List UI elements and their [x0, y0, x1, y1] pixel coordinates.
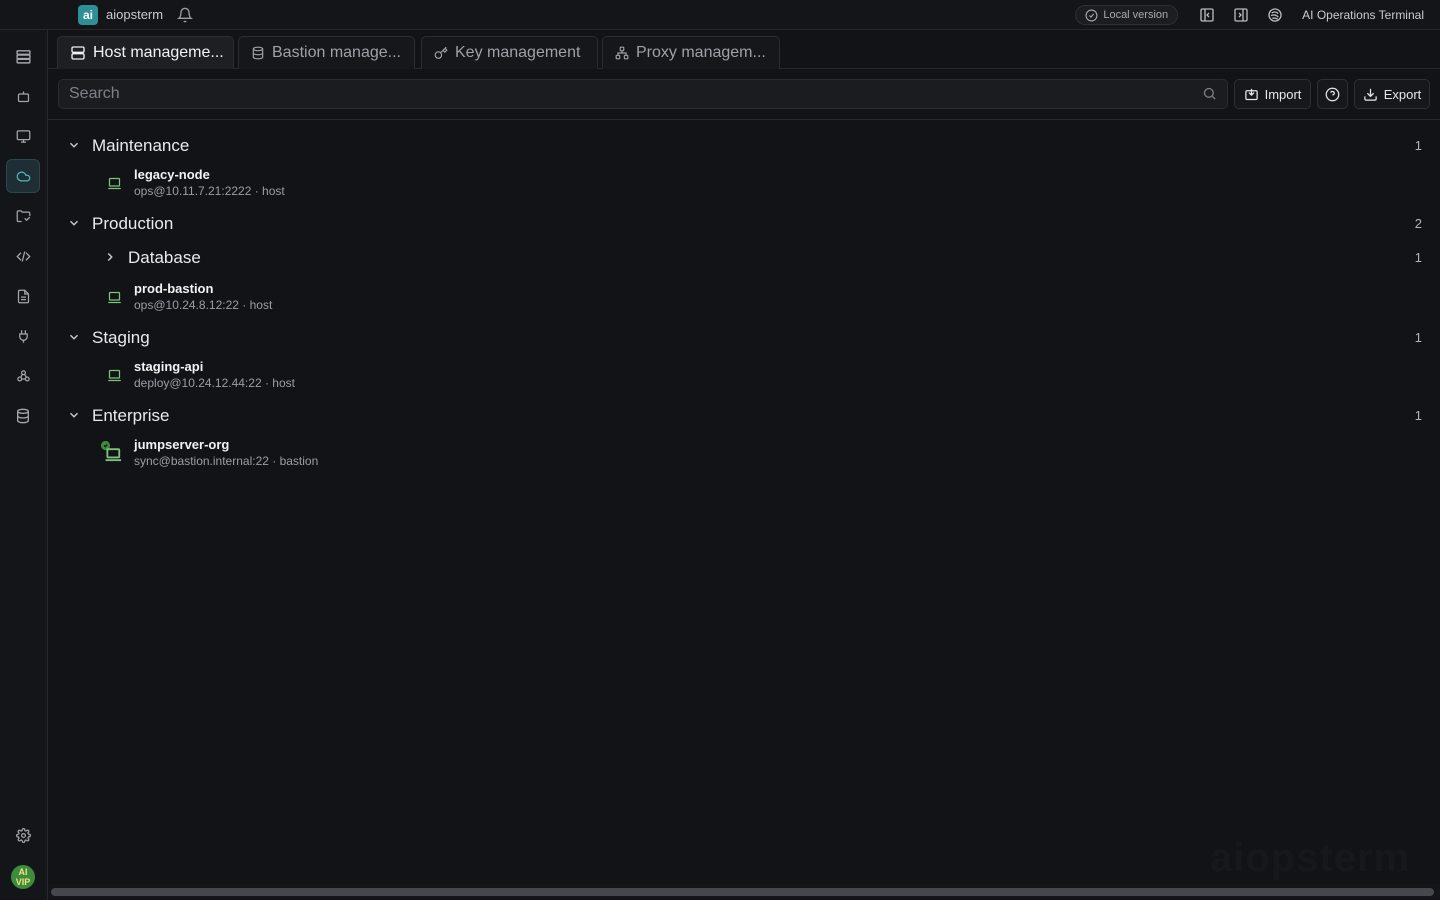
tab-key-management[interactable]: Key management — [421, 36, 598, 69]
laptop-icon — [107, 368, 122, 383]
code-icon[interactable] — [6, 239, 40, 273]
server-icon — [70, 45, 86, 61]
export-button[interactable]: Export — [1354, 79, 1430, 109]
bastion-laptop-icon — [100, 440, 122, 462]
host-legacy-node[interactable]: legacy-node ops@10.11.7.21:2222 · host — [48, 167, 1440, 203]
local-version-badge[interactable]: Local version — [1075, 5, 1179, 25]
host-name: staging-api — [134, 359, 204, 374]
chevron-down-icon[interactable] — [67, 330, 81, 344]
host-detail: sync@bastion.internal:22 · bastion — [134, 454, 319, 468]
chevron-down-icon[interactable] — [67, 408, 81, 422]
left-rail: AI VIP — [0, 30, 48, 900]
file-text-icon[interactable] — [6, 279, 40, 313]
tab-label: Host manageme... — [93, 44, 224, 61]
title-bar: ai aiopsterm Local version AI Operations… — [0, 0, 1440, 30]
app-logo: ai — [78, 5, 98, 25]
tab-label: Proxy managem... — [636, 44, 766, 61]
host-name: prod-bastion — [134, 281, 214, 296]
ai-logo-icon[interactable] — [1258, 0, 1292, 30]
host-staging-api[interactable]: staging-api deploy@10.24.12.44:22 · host — [48, 359, 1440, 395]
laptop-icon — [107, 176, 122, 191]
monitor-icon[interactable] — [6, 119, 40, 153]
group-staging[interactable]: Staging 1 — [48, 321, 1440, 353]
title-bar-actions: Local version AI Operations Terminal — [1075, 0, 1424, 30]
tab-label: Bastion manage... — [272, 44, 401, 61]
export-label: Export — [1383, 86, 1422, 102]
chevron-down-icon[interactable] — [67, 216, 81, 230]
group-count: 1 — [1414, 408, 1422, 423]
tab-bastion-management[interactable]: Bastion manage... — [238, 36, 415, 69]
host-detail: deploy@10.24.12.44:22 · host — [134, 376, 295, 390]
group-label: Database — [128, 248, 201, 267]
toggle-left-panel-icon[interactable] — [1190, 0, 1224, 30]
group-maintenance[interactable]: Maintenance 1 — [48, 129, 1440, 161]
vip-avatar[interactable]: AI VIP — [11, 865, 35, 889]
toggle-right-panel-icon[interactable] — [1224, 0, 1258, 30]
import-button[interactable]: Import — [1234, 79, 1311, 109]
group-count: 1 — [1414, 138, 1422, 153]
bell-icon[interactable] — [177, 7, 193, 23]
plug-icon[interactable] — [6, 319, 40, 353]
tab-label: Key management — [455, 44, 581, 61]
database-icon[interactable] — [6, 399, 40, 433]
import-label: Import — [1264, 86, 1302, 102]
download-icon — [1363, 87, 1378, 102]
hosts-icon[interactable] — [6, 39, 40, 73]
bot-icon[interactable] — [6, 79, 40, 113]
search-icon[interactable] — [1202, 86, 1217, 101]
group-enterprise[interactable]: Enterprise 1 — [48, 399, 1440, 431]
horizontal-scrollbar[interactable] — [48, 884, 1440, 900]
database-icon — [251, 46, 265, 60]
tab-proxy-management[interactable]: Proxy managem... — [602, 36, 780, 69]
gear-icon[interactable] — [6, 818, 40, 852]
watermark: aiopsterm — [1210, 836, 1411, 880]
group-database[interactable]: Database 1 — [48, 241, 1440, 273]
window-title: AI Operations Terminal — [1302, 8, 1424, 22]
search-input[interactable] — [58, 79, 1228, 109]
group-label: Enterprise — [92, 406, 170, 425]
network-icon — [615, 46, 629, 60]
group-label: Staging — [92, 328, 150, 347]
help-button[interactable] — [1317, 79, 1348, 109]
cluster-icon[interactable] — [6, 359, 40, 393]
tab-bar: Host manageme... Bastion manage... Key m… — [48, 30, 1440, 69]
folder-sync-icon[interactable] — [6, 199, 40, 233]
group-label: Production — [92, 214, 174, 233]
key-icon — [434, 46, 448, 60]
host-detail: ops@10.11.7.21:2222 · host — [134, 184, 285, 198]
group-count: 1 — [1414, 250, 1422, 265]
help-circle-icon — [1325, 87, 1340, 102]
host-name: jumpserver-org — [134, 437, 230, 452]
group-count: 1 — [1414, 330, 1422, 345]
check-circle-icon — [1085, 9, 1098, 22]
tab-host-management[interactable]: Host manageme... — [57, 36, 234, 69]
laptop-icon — [107, 290, 122, 305]
group-label: Maintenance — [92, 136, 190, 155]
chevron-down-icon[interactable] — [67, 138, 81, 152]
scrollbar-thumb[interactable] — [51, 888, 1434, 896]
chevron-right-icon[interactable] — [103, 250, 117, 264]
host-prod-bastion[interactable]: prod-bastion ops@10.24.8.12:22 · host — [48, 281, 1440, 317]
cloud-icon[interactable] — [6, 159, 40, 193]
group-production[interactable]: Production 2 — [48, 207, 1440, 239]
host-name: legacy-node — [134, 167, 210, 182]
import-icon — [1244, 87, 1259, 102]
host-detail: ops@10.24.8.12:22 · host — [134, 298, 273, 312]
local-version-label: Local version — [1103, 9, 1169, 21]
group-count: 2 — [1414, 216, 1422, 231]
host-jumpserver-org[interactable]: jumpserver-org sync@bastion.internal:22 … — [48, 437, 1440, 473]
toolbar: Import Export — [48, 69, 1440, 120]
app-name: aiopsterm — [106, 7, 164, 22]
